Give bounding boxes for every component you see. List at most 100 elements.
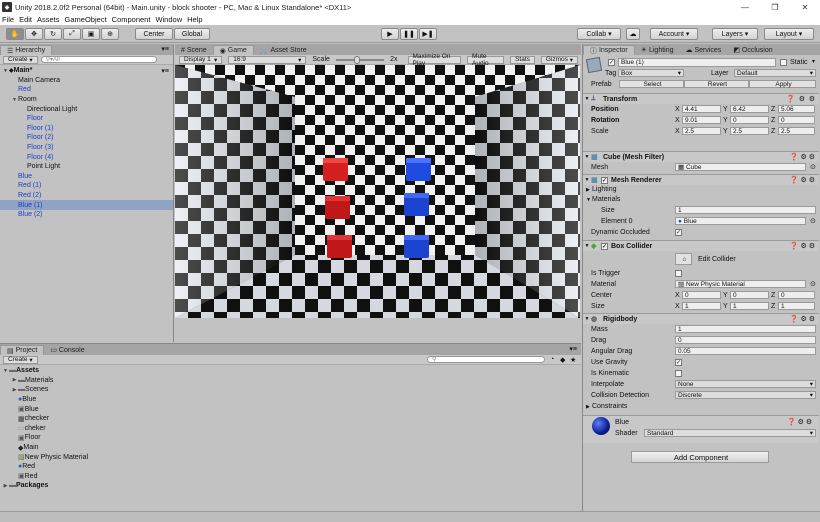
size-y-field[interactable]: 1 [730, 302, 769, 310]
tab-scene[interactable]: # Scene [175, 45, 213, 55]
box-collider-header[interactable]: ▼ ◈ ✓ Box Collider ❓ ⚙ ⚙ [583, 240, 819, 251]
mesh-picker-icon[interactable]: ⊙ [810, 163, 816, 171]
tab-project[interactable]: ▤ Project [0, 345, 45, 355]
angular-drag-field[interactable]: 0.05 [675, 347, 816, 355]
collider-material-picker-icon[interactable]: ⊙ [810, 280, 816, 288]
project-item[interactable]: ▼ ▬ Assets [0, 366, 581, 376]
hand-tool-icon[interactable]: ✋ [6, 28, 24, 40]
hierarchy-item[interactable]: Floor (2) [0, 133, 173, 143]
rotation-y-field[interactable]: 0 [730, 116, 769, 124]
tab-console[interactable]: ▭ Console [44, 345, 90, 355]
rigidbody-header[interactable]: ▼ ◍ Rigidbody ❓ ⚙ ⚙ [583, 313, 819, 324]
menu-window[interactable]: Window [155, 15, 182, 24]
tab-occlusion[interactable]: ◩ Occlusion [727, 45, 778, 55]
project-panel-menu-icon[interactable]: ▾≡ [569, 345, 577, 353]
menu-help[interactable]: Help [187, 15, 202, 24]
element0-picker-icon[interactable]: ⊙ [810, 217, 816, 225]
hierarchy-item[interactable]: Red (2) [0, 191, 173, 201]
restore-button[interactable]: ❐ [760, 0, 790, 14]
size-z-field[interactable]: 1 [778, 302, 815, 310]
mass-field[interactable]: 1 [675, 325, 816, 333]
pause-button[interactable]: ❚❚ [400, 28, 418, 40]
project-item[interactable]: ▶ ▬ Materials [0, 376, 581, 386]
stats-toggle[interactable]: Stats [510, 55, 535, 64]
constraints-foldout-icon[interactable]: ▶ [586, 404, 590, 410]
project-search-input[interactable]: ⚲ [427, 356, 545, 363]
object-name-field[interactable]: Blue (1) [618, 58, 776, 67]
element0-field[interactable]: ● Blue [675, 217, 806, 225]
scale-tool-icon[interactable]: ⤢ [63, 28, 81, 40]
component-menu-icon[interactable]: ⚙ [809, 95, 815, 103]
tab-game[interactable]: ◉ Game [212, 45, 254, 55]
hierarchy-item[interactable]: Main Camera [0, 76, 173, 86]
lighting-label[interactable]: Lighting [592, 186, 617, 193]
collider-material-field[interactable]: ▨ New Physic Material [675, 280, 806, 288]
project-item[interactable]: ▨ New Physic Material [0, 452, 581, 462]
mute-audio-toggle[interactable]: Mute Audio [467, 53, 505, 67]
project-item[interactable]: ◆ Main [0, 443, 581, 453]
box-collider-enabled-checkbox[interactable]: ✓ [601, 242, 608, 250]
tab-lighting[interactable]: ☀ Lighting [635, 45, 680, 55]
project-item[interactable]: ▶ ▬ Packages [0, 481, 581, 491]
game-view[interactable] [175, 65, 580, 318]
mesh-renderer-enabled-checkbox[interactable]: ✓ [601, 176, 608, 184]
blue-cube-top[interactable] [406, 158, 431, 181]
hierarchy-item[interactable]: ▼ ◆ Main* ▾≡ [0, 66, 173, 76]
foldout-arrow-icon[interactable]: ▼ [2, 368, 9, 374]
hierarchy-item[interactable]: Blue (2) [0, 210, 173, 220]
hierarchy-item[interactable]: Directional Light [0, 104, 173, 114]
display-dropdown[interactable]: Display 1 ▾ [179, 55, 223, 64]
hierarchy-item[interactable]: Red [0, 85, 173, 95]
position-z-field[interactable]: 5.06 [778, 105, 815, 113]
constraints-label[interactable]: Constraints [592, 403, 627, 410]
project-item[interactable]: ▣ Floor [0, 433, 581, 443]
hierarchy-item[interactable]: Floor (4) [0, 152, 173, 162]
collab-dropdown[interactable]: Collab ▾ [577, 28, 621, 40]
prefab-select-button[interactable]: Select [619, 80, 684, 88]
hierarchy-item[interactable]: Point Light [0, 162, 173, 172]
scale-y-field[interactable]: 2.5 [730, 127, 769, 135]
help-icon[interactable]: ❓ [786, 95, 795, 103]
red-cube-top[interactable] [323, 158, 348, 181]
scale-slider-thumb[interactable] [353, 55, 360, 64]
is-kinematic-checkbox[interactable] [675, 370, 682, 377]
size-x-field[interactable]: 1 [682, 302, 721, 310]
project-item[interactable]: ▭ cheker [0, 424, 581, 434]
scale-z-field[interactable]: 2.5 [778, 127, 815, 135]
preset-icon[interactable]: ⚙ [799, 95, 805, 103]
lighting-foldout-icon[interactable]: ▶ [586, 187, 590, 193]
center-z-field[interactable]: 0 [778, 291, 815, 299]
layer-dropdown[interactable]: Default ▾ [734, 69, 816, 77]
rigidbody-menu-icon[interactable]: ❓ ⚙ ⚙ [790, 315, 815, 323]
play-button[interactable]: ▶ [381, 28, 399, 40]
drag-field[interactable]: 0 [675, 336, 816, 344]
project-item[interactable]: ▣ Red [0, 472, 581, 482]
gizmos-dropdown[interactable]: Gizmos ▾ [540, 55, 578, 64]
mesh-filter-header[interactable]: ▼ ▦ Cube (Mesh Filter) ❓ ⚙ ⚙ [583, 151, 819, 162]
blue-cube-middle[interactable] [404, 193, 429, 216]
materials-label[interactable]: Materials [592, 196, 620, 203]
favorite-icon[interactable]: ★ [570, 356, 576, 364]
red-cube-middle[interactable] [325, 196, 350, 219]
close-button[interactable]: ✕ [790, 0, 820, 14]
prefab-revert-button[interactable]: Revert [684, 80, 749, 88]
mesh-renderer-menu-icon[interactable]: ❓ ⚙ ⚙ [790, 176, 815, 184]
transform-header[interactable]: ▼ ⟂ Transform ❓ ⚙ ⚙ [583, 93, 819, 104]
edit-collider-button[interactable]: ⌂ [675, 253, 692, 265]
tab-hierarchy[interactable]: ☰ Hierarchy [0, 45, 53, 55]
add-component-button[interactable]: Add Component [631, 451, 769, 463]
hierarchy-item[interactable]: Floor (1) [0, 124, 173, 134]
tag-dropdown[interactable]: Box ▾ [618, 69, 684, 77]
red-cube-bottom[interactable] [327, 235, 352, 258]
hierarchy-item[interactable]: Floor (3) [0, 143, 173, 153]
maximize-on-play-toggle[interactable]: Maximize On Play [407, 53, 462, 67]
rotation-z-field[interactable]: 0 [778, 116, 815, 124]
account-dropdown[interactable]: Account ▾ [650, 28, 698, 40]
layout-dropdown[interactable]: Layout ▾ [764, 28, 814, 40]
rotate-tool-icon[interactable]: ↻ [44, 28, 62, 40]
mesh-renderer-header[interactable]: ▼ ▦ ✓ Mesh Renderer ❓ ⚙ ⚙ [583, 174, 819, 185]
menu-edit[interactable]: Edit [19, 15, 32, 24]
interpolate-dropdown[interactable]: None ▾ [675, 380, 816, 388]
menu-gameobject[interactable]: GameObject [65, 15, 107, 24]
project-item[interactable]: ▣ Blue [0, 404, 581, 414]
